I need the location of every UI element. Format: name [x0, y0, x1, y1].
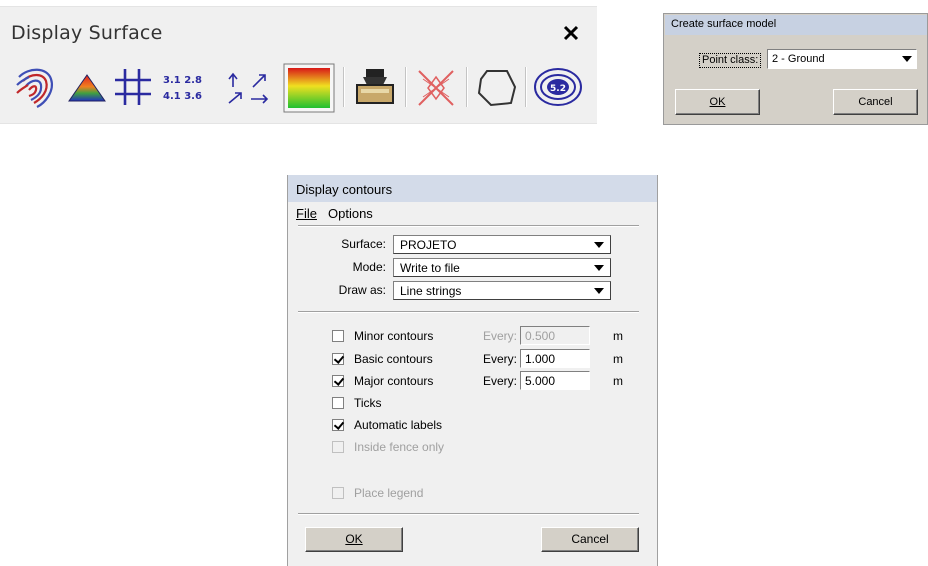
triangle-model-icon[interactable]	[67, 63, 107, 111]
major-every-label: Every:	[483, 374, 518, 388]
major-contours-label: Major contours	[354, 374, 434, 388]
boundary-shape-icon[interactable]	[475, 63, 519, 111]
place-legend-label: Place legend	[354, 486, 424, 500]
dialog-titlebar: Create surface model	[665, 15, 927, 35]
surface-label: Surface:	[341, 237, 386, 251]
major-contours-checkbox[interactable]	[332, 375, 344, 387]
basic-every-value: 1.000	[525, 352, 556, 366]
cancel-button[interactable]: Cancel	[833, 89, 918, 115]
cancel-label: Cancel	[858, 96, 893, 108]
chevron-down-icon	[594, 242, 604, 248]
cancel-label: Cancel	[571, 532, 609, 546]
dialog-title: Create surface model	[671, 18, 777, 30]
surface-dropdown[interactable]: PROJETO	[393, 235, 611, 254]
basic-unit: m	[613, 352, 623, 366]
major-every-field[interactable]: 5.000	[520, 371, 590, 390]
display-surface-toolbar: Display Surface 3.1 2.8 4.1 3.6 5.2	[0, 6, 597, 124]
major-unit: m	[613, 374, 623, 388]
minor-every-field[interactable]: 0.500	[520, 326, 590, 345]
close-icon[interactable]	[561, 23, 581, 43]
toolbar-separator	[405, 67, 407, 107]
chevron-down-icon	[902, 56, 912, 62]
place-legend-checkbox[interactable]	[332, 487, 344, 499]
ok-label: OK	[709, 96, 726, 108]
point-class-label: Point class:	[699, 53, 762, 68]
minor-contours-checkbox[interactable]	[332, 330, 344, 342]
display-contours-dialog: Display contours File Options Surface: P…	[287, 175, 658, 566]
toolbar-separator	[466, 67, 468, 107]
color-gradient-icon[interactable]	[283, 63, 335, 113]
grid-icon[interactable]	[113, 63, 153, 111]
divider	[298, 311, 639, 313]
toolbar-title: Display Surface	[11, 22, 163, 44]
elevation-labels-icon[interactable]: 3.1 2.8 4.1 3.6	[161, 63, 215, 111]
mode-dropdown[interactable]: Write to file	[393, 258, 611, 277]
mode-label: Mode:	[352, 260, 386, 274]
dialog-titlebar: Display contours	[288, 175, 657, 202]
cancel-button[interactable]: Cancel	[541, 527, 639, 552]
ok-button[interactable]: OK	[675, 89, 760, 115]
inside-fence-only-checkbox[interactable]	[332, 441, 344, 453]
minor-unit: m	[613, 329, 623, 343]
toolbar-separator	[525, 67, 527, 107]
automatic-labels-label: Automatic labels	[354, 418, 443, 432]
basic-contours-label: Basic contours	[354, 352, 433, 366]
inking-icon[interactable]	[353, 63, 397, 111]
minor-every-value: 0.500	[525, 329, 556, 343]
basic-every-label: Every:	[483, 352, 518, 366]
automatic-labels-checkbox[interactable]	[332, 419, 344, 431]
contours-icon[interactable]	[15, 63, 61, 111]
draw-as-dropdown[interactable]: Line strings	[393, 281, 611, 300]
basic-every-field[interactable]: 1.000	[520, 349, 590, 368]
ok-label: OK	[345, 532, 363, 546]
surface-value: PROJETO	[400, 238, 457, 252]
mode-value: Write to file	[400, 261, 460, 275]
minor-contours-label: Minor contours	[354, 329, 434, 343]
create-surface-model-dialog: Create surface model Point class: 2 - Gr…	[663, 13, 928, 125]
toolbar-separator	[343, 67, 345, 107]
ticks-checkbox[interactable]	[332, 397, 344, 409]
elev-row1: 3.1 2.8	[163, 75, 202, 86]
menu-file[interactable]: File	[296, 206, 317, 221]
eye-badge: 5.2	[550, 84, 566, 94]
minor-every-label: Every:	[483, 329, 518, 343]
cross-x-icon[interactable]	[413, 63, 459, 111]
ok-button[interactable]: OK	[305, 527, 403, 552]
basic-contours-checkbox[interactable]	[332, 353, 344, 365]
menu-bar: File Options	[288, 202, 657, 224]
divider	[298, 225, 639, 227]
inside-fence-only-label: Inside fence only	[354, 440, 445, 454]
draw-as-value: Line strings	[400, 284, 462, 298]
point-class-dropdown[interactable]: 2 - Ground	[767, 49, 917, 69]
draw-as-label: Draw as:	[338, 283, 386, 297]
ticks-label: Ticks	[354, 396, 382, 410]
major-every-value: 5.000	[525, 374, 556, 388]
menu-options[interactable]: Options	[328, 206, 373, 221]
point-class-value: 2 - Ground	[772, 53, 825, 65]
eye-view-icon[interactable]: 5.2	[533, 63, 583, 111]
elev-row2: 4.1 3.6	[163, 91, 202, 102]
slope-arrows-icon[interactable]	[223, 63, 275, 111]
divider	[298, 513, 639, 515]
chevron-down-icon	[594, 265, 604, 271]
dialog-title: Display contours	[296, 182, 393, 197]
chevron-down-icon	[594, 288, 604, 294]
